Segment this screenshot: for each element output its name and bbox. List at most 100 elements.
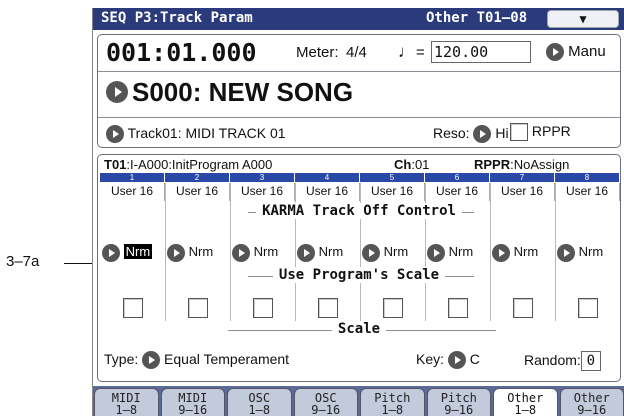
use-scale-checkbox[interactable] (512, 298, 533, 318)
page-title: SEQ P3:Track Param (101, 10, 253, 26)
karma-off-value: Nrm (253, 244, 279, 259)
info-track: T01 (104, 157, 127, 172)
scale-key-label: Key: (416, 351, 445, 367)
random-label: Random: (524, 352, 581, 368)
scale-type-select[interactable]: Type: Equal Temperament (104, 351, 289, 370)
column-number: 3 (230, 173, 295, 182)
popup-arrow-icon[interactable] (557, 243, 575, 262)
title-bar: SEQ P3:Track Param Other T01–08 ▼ (93, 8, 624, 30)
column-number: 2 (165, 173, 230, 182)
reso-select[interactable]: Reso: Hi (433, 125, 509, 144)
karma-off-value: Nrm (188, 244, 214, 259)
popup-arrow-icon[interactable] (102, 243, 120, 262)
rppr-label: RPPR (531, 123, 571, 139)
column-number: 1 (100, 173, 165, 182)
popup-arrow-icon[interactable] (447, 351, 466, 370)
karma-off-select[interactable]: Nrm (165, 240, 230, 264)
karma-off-select[interactable]: Nrm (100, 240, 165, 264)
karma-off-value: Nrm (448, 244, 474, 259)
popup-arrow-icon[interactable] (297, 243, 315, 262)
tab-osc-9-16[interactable]: OSC 9–16 (293, 388, 358, 416)
tab-midi-1-8[interactable]: MIDI 1–8 (94, 388, 159, 416)
tab-pitch-9-16[interactable]: Pitch 9–16 (426, 388, 491, 416)
karma-off-value: Nrm (383, 244, 409, 259)
column-numbers: 1 2 3 4 5 6 7 8 (100, 173, 620, 182)
use-scale-checkbox[interactable] (317, 298, 338, 318)
popup-arrow-icon[interactable] (362, 243, 380, 262)
song-select[interactable]: S000: NEW SONG (106, 77, 353, 108)
track-user-label: User 16 (295, 183, 360, 201)
popup-arrow-icon[interactable] (473, 125, 492, 144)
popup-arrow-icon[interactable] (106, 125, 124, 144)
tab-midi-9-16[interactable]: MIDI 9–16 (160, 388, 225, 416)
popup-arrow-icon[interactable] (232, 243, 250, 262)
popup-arrow-icon[interactable] (546, 43, 564, 62)
track-param-panel: T01:I-A000:InitProgram A000 Ch:01 RPPR:N… (97, 154, 621, 382)
scale-key-select[interactable]: Key: C (416, 351, 480, 370)
track-user-label: User 16 (490, 183, 555, 201)
track-select[interactable]: Track01: MIDI TRACK 01 (106, 125, 286, 144)
scale-key-value: C (469, 351, 480, 367)
popup-arrow-icon[interactable] (106, 81, 128, 103)
popup-arrow-icon[interactable] (142, 351, 161, 370)
song-name: S000: NEW SONG (132, 77, 354, 107)
locator[interactable]: 001:01.000 (106, 38, 257, 67)
popup-arrow-icon[interactable] (167, 243, 185, 262)
scale-random: Random: 0 (524, 351, 601, 371)
use-scale-checkbox[interactable] (252, 298, 273, 318)
info-ch: :01 (411, 157, 430, 172)
karma-off-select[interactable]: Nrm (230, 240, 295, 264)
karma-off-select[interactable]: Nrm (295, 240, 360, 264)
track-name: Track01: MIDI TRACK 01 (127, 125, 286, 141)
karma-off-value: Nrm (123, 244, 153, 259)
reso-label: Reso: (433, 125, 470, 141)
callout-line (64, 263, 92, 264)
rppr-toggle[interactable]: RPPR (510, 123, 571, 142)
karma-off-select[interactable]: Nrm (555, 240, 620, 264)
column-number: 6 (425, 173, 490, 182)
column-number: 8 (555, 173, 620, 182)
info-ch-label: Ch (394, 157, 412, 172)
karma-off-select[interactable]: Nrm (490, 240, 555, 264)
tempo-field[interactable]: 120.00 (431, 41, 531, 63)
meter-label: Meter: (296, 44, 339, 61)
info-rppr: :NoAssign (510, 157, 570, 172)
column-number: 7 (490, 173, 555, 182)
use-scale-checkbox[interactable] (577, 298, 598, 318)
lcd-screen: SEQ P3:Track Param Other T01–08 ▼ 001:01… (92, 8, 624, 416)
meter-value[interactable]: 4/4 (346, 44, 367, 61)
karma-off-select[interactable]: Nrm (360, 240, 425, 264)
chevron-down-icon: ▼ (579, 12, 587, 26)
tab-osc-1-8[interactable]: OSC 1–8 (227, 388, 292, 416)
tempo-mode[interactable]: Manu (546, 43, 606, 62)
tab-other-1-8[interactable]: Other 1–8 (493, 388, 558, 416)
tempo-equals: = (416, 44, 425, 61)
page-tabs: MIDI 1–8 MIDI 9–16 OSC 1–8 OSC 9–16 Pitch 1–8… (93, 386, 624, 416)
use-scale-checkbox[interactable] (447, 298, 468, 318)
popup-arrow-icon[interactable] (427, 243, 445, 262)
random-field[interactable]: 0 (580, 351, 601, 371)
song-panel: 001:01.000 Meter: 4/4 ♩ = 120.00 Manu S0… (97, 34, 621, 148)
rppr-checkbox[interactable] (510, 123, 528, 142)
track-user-label: User 16 (360, 183, 425, 201)
info-rppr-label: RPPR (474, 157, 511, 172)
track-user-label: User 16 (425, 183, 490, 201)
use-scale-checkbox[interactable] (187, 298, 208, 318)
scale-type-label: Type: (104, 351, 139, 367)
tempo-mode-value: Manu (568, 43, 606, 60)
track-user-label: User 16 (555, 183, 620, 201)
popup-arrow-icon[interactable] (492, 243, 510, 262)
karma-off-select[interactable]: Nrm (425, 240, 490, 264)
use-scale-checkbox[interactable] (382, 298, 403, 318)
divider (98, 117, 620, 118)
track-user-label: User 16 (100, 183, 165, 201)
page-subtitle: Other T01–08 (426, 10, 528, 26)
tab-other-9-16[interactable]: Other 9–16 (559, 388, 624, 416)
karma-off-value: Nrm (318, 244, 344, 259)
column-number: 5 (360, 173, 425, 182)
tab-pitch-1-8[interactable]: Pitch 1–8 (360, 388, 425, 416)
use-scale-checkbox[interactable] (122, 298, 143, 318)
karma-section-title: KARMA Track Off Control (98, 203, 620, 219)
page-menu-button[interactable]: ▼ (547, 10, 619, 28)
quarter-note-icon: ♩ (398, 42, 415, 61)
